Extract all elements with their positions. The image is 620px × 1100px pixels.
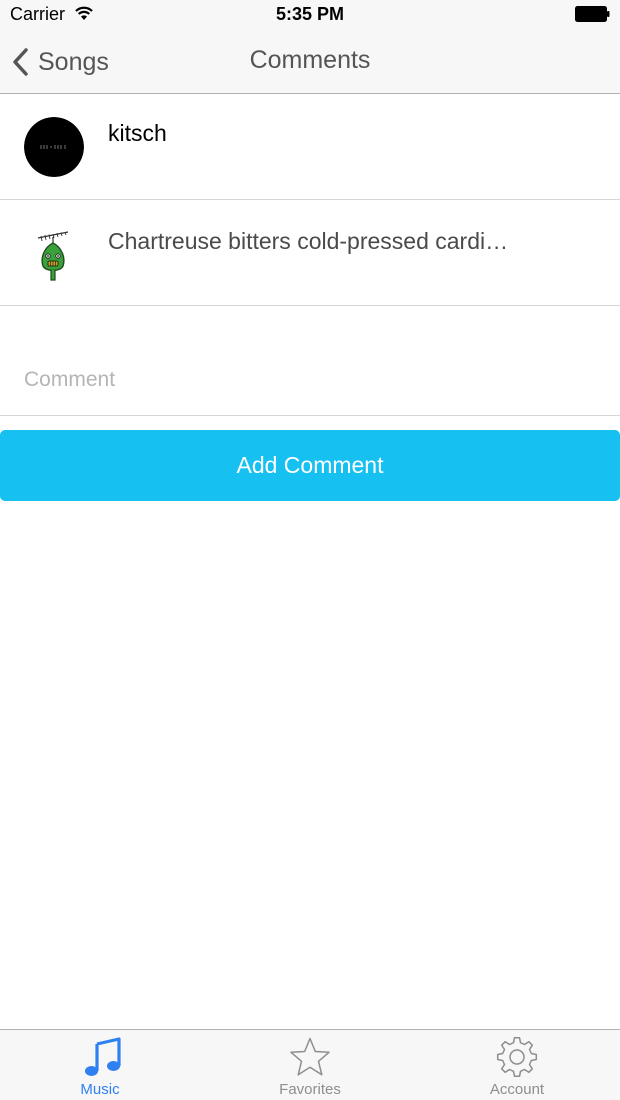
comment-list: kitsch Chartreuse bitters cold-pressed c… [0, 94, 620, 306]
status-bar: Carrier 5:35 PM [0, 0, 620, 30]
tab-account[interactable]: Account [414, 1030, 620, 1100]
tab-music-label: Music [80, 1081, 120, 1098]
comment-text: Chartreuse bitters cold-pressed cardi… [108, 228, 509, 254]
comment-text: kitsch [108, 120, 167, 146]
tab-account-label: Account [489, 1081, 545, 1098]
green-monster-avatar-icon [24, 223, 84, 283]
music-note-icon [85, 1037, 121, 1076]
comment-input[interactable] [24, 362, 604, 398]
tab-music[interactable]: Music [0, 1030, 206, 1100]
navigation-bar: Songs Comments [0, 30, 620, 94]
comment-row[interactable]: kitsch [0, 94, 620, 200]
tab-bar: Music Favorites Account [0, 1029, 620, 1100]
status-time: 5:35 PM [275, 4, 345, 24]
gear-icon [496, 1036, 538, 1078]
comment-row[interactable]: Chartreuse bitters cold-pressed cardi… [0, 200, 620, 306]
page-title: Comments [249, 46, 371, 74]
black-circle-avatar-icon [24, 117, 84, 177]
comment-field-container [0, 340, 620, 416]
star-icon [290, 1037, 330, 1076]
battery-icon [575, 6, 610, 22]
add-comment-button[interactable]: Add Comment [0, 430, 620, 501]
tab-favorites[interactable]: Favorites [207, 1030, 413, 1100]
tab-favorites-label: Favorites [279, 1081, 341, 1098]
